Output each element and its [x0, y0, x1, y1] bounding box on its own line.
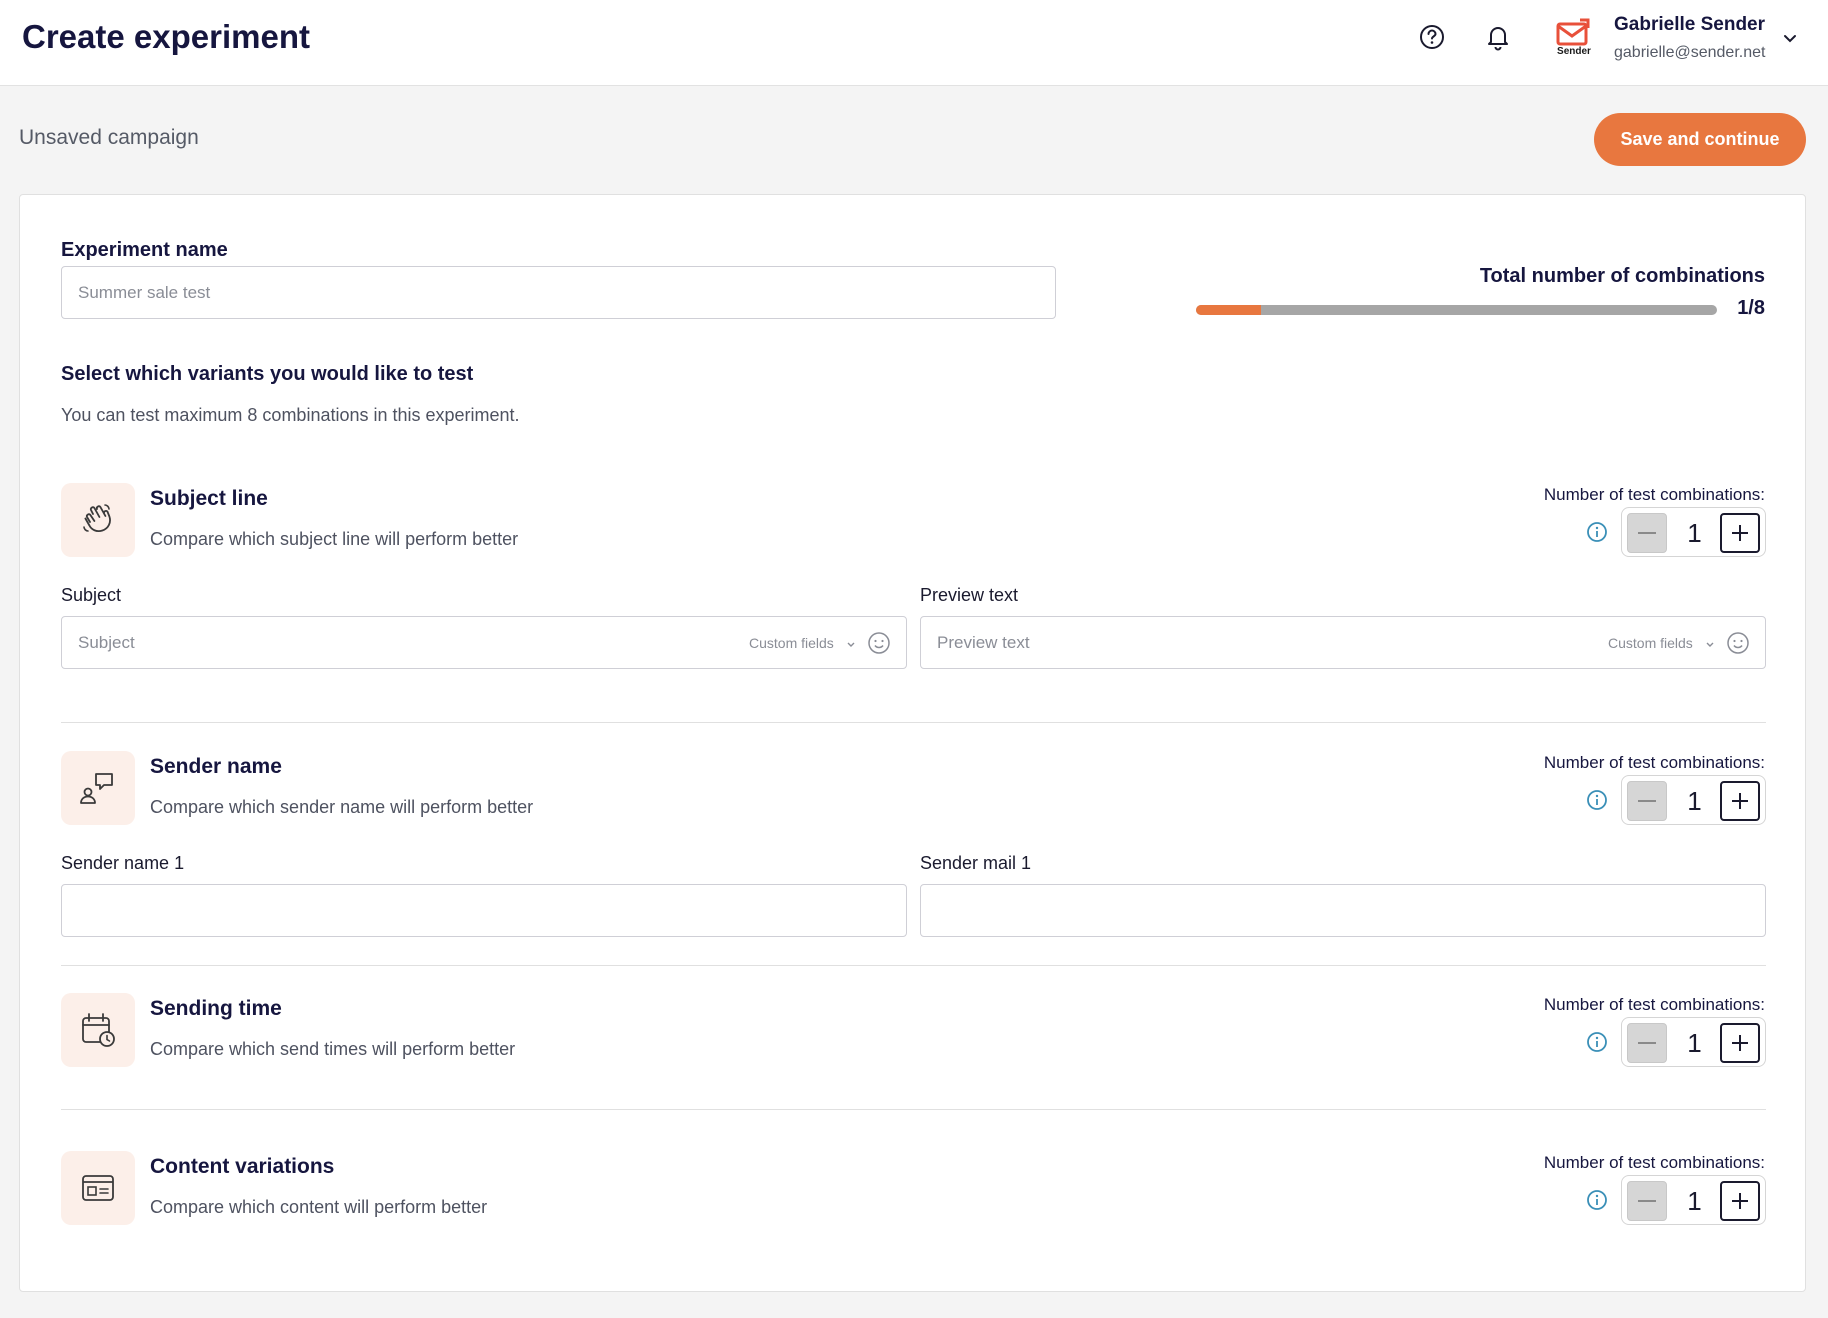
decrement-button[interactable] [1627, 513, 1667, 553]
variants-title: Select which variants you would like to … [61, 363, 474, 385]
increment-button[interactable] [1720, 1023, 1760, 1063]
user-email[interactable]: gabrielle@sender.net [1614, 44, 1765, 62]
experiment-name-input[interactable] [61, 266, 1056, 319]
info-icon[interactable] [1586, 521, 1608, 543]
subject-label: Subject [61, 585, 122, 605]
combinations-title: Total number of combinations [1479, 265, 1765, 287]
sending-time-title: Sending time [150, 997, 282, 1020]
top-bar: Create experiment Sender Gabrielle Sende… [0, 0, 1828, 86]
save-and-continue-button[interactable]: Save and continue [1594, 113, 1806, 166]
time-combinations-value: 1 [1687, 1028, 1702, 1058]
subject-line-title: Subject line [150, 487, 268, 510]
experiment-name-label: Experiment name [61, 239, 228, 261]
calendar-clock-icon [61, 993, 135, 1067]
section-divider [61, 722, 1766, 723]
sender-mail-1-label: Sender mail 1 [920, 853, 1032, 873]
bell-icon[interactable] [1483, 22, 1513, 52]
variants-hint: You can test maximum 8 combinations in t… [61, 405, 520, 425]
campaign-state: Unsaved campaign [19, 126, 199, 149]
section-divider [61, 1109, 1766, 1110]
decrement-button[interactable] [1627, 1023, 1667, 1063]
preview-custom-fields-dropdown[interactable]: Custom fields [1608, 635, 1693, 651]
time-combinations-label: Number of test combinations: [1543, 995, 1765, 1014]
combinations-progress-bar [1196, 305, 1717, 315]
chevron-down-icon[interactable] [1704, 637, 1716, 649]
content-variations-title: Content variations [150, 1155, 335, 1178]
decrement-button[interactable] [1627, 781, 1667, 821]
time-quantity-stepper: 1 [1621, 1017, 1766, 1067]
sender-name-1-input[interactable] [61, 884, 907, 937]
page-title: Create experiment [22, 18, 310, 55]
chevron-down-icon[interactable] [1780, 28, 1800, 48]
subject-combinations-value: 1 [1687, 518, 1702, 548]
info-icon[interactable] [1586, 789, 1608, 811]
content-combinations-value: 1 [1687, 1186, 1702, 1216]
chevron-down-icon[interactable] [845, 637, 857, 649]
sending-time-description: Compare which send times will perform be… [150, 1039, 516, 1059]
section-divider [61, 965, 1766, 966]
sender-mail-1-input[interactable] [920, 884, 1766, 937]
sender-quantity-stepper: 1 [1621, 775, 1766, 825]
content-quantity-stepper: 1 [1621, 1175, 1766, 1225]
increment-button[interactable] [1720, 781, 1760, 821]
logo-text: Sender [1557, 46, 1591, 57]
combinations-count: 1/8 [1737, 297, 1765, 319]
help-circle-icon[interactable] [1417, 22, 1447, 52]
preview-text-label: Preview text [920, 585, 1019, 605]
content-variations-description: Compare which content will perform bette… [150, 1197, 488, 1217]
increment-button[interactable] [1720, 1181, 1760, 1221]
combinations-progress-fill [1196, 305, 1262, 315]
info-icon[interactable] [1586, 1031, 1608, 1053]
layout-card-icon [61, 1151, 135, 1225]
experiment-card: Experiment name Total number of combinat… [19, 194, 1806, 1292]
sender-combinations-value: 1 [1687, 786, 1702, 816]
sender-name-description: Compare which sender name will perform b… [150, 797, 534, 817]
subject-custom-fields-dropdown[interactable]: Custom fields [749, 635, 834, 651]
user-name[interactable]: Gabrielle Sender [1614, 14, 1765, 36]
hand-wave-icon [61, 483, 135, 557]
sender-name-title: Sender name [150, 755, 282, 778]
emoji-icon[interactable] [867, 631, 891, 655]
subject-combinations-label: Number of test combinations: [1543, 485, 1765, 504]
info-icon[interactable] [1586, 1189, 1608, 1211]
subject-line-description: Compare which subject line will perform … [150, 529, 519, 549]
increment-button[interactable] [1720, 513, 1760, 553]
decrement-button[interactable] [1627, 1181, 1667, 1221]
person-chat-icon [61, 751, 135, 825]
content-combinations-label: Number of test combinations: [1543, 1153, 1765, 1172]
sender-combinations-label: Number of test combinations: [1543, 753, 1765, 772]
emoji-icon[interactable] [1726, 631, 1750, 655]
subject-quantity-stepper: 1 [1621, 507, 1766, 557]
sender-name-1-label: Sender name 1 [61, 853, 185, 873]
